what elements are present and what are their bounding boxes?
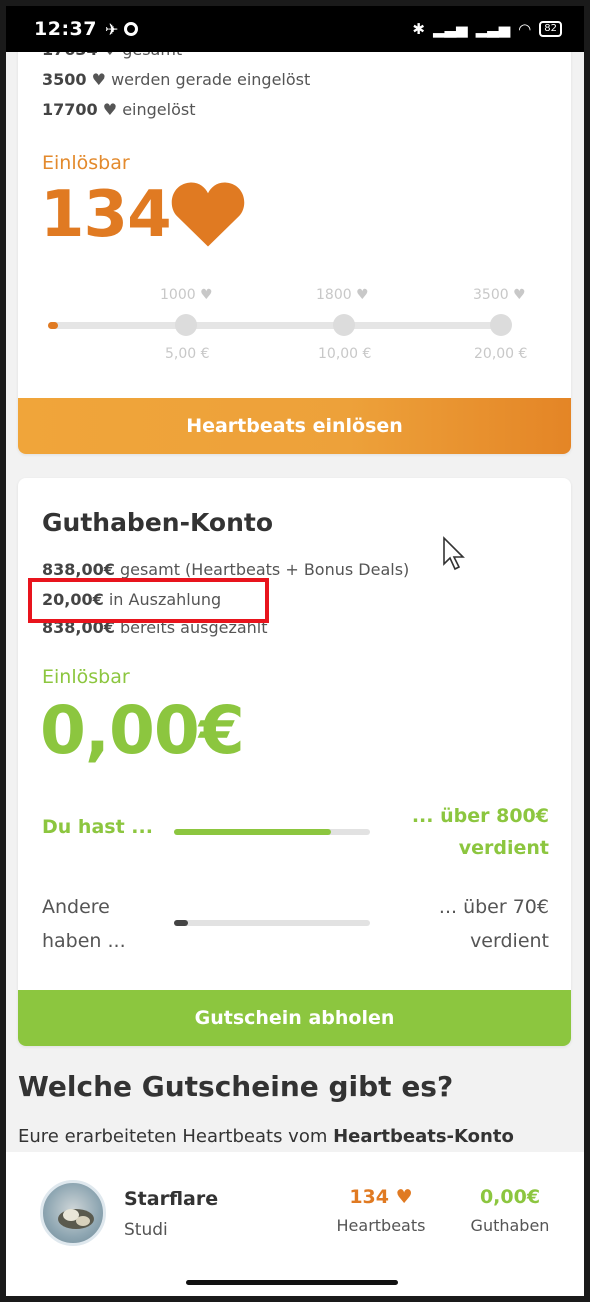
stat-guthaben-total: 838,00€ gesamt (Heartbeats + Bonus Deals… <box>42 560 410 579</box>
status-bar: 12:37 ✈ ✱ ▂▃▅ ▂▃▅ ◠ 82 <box>6 6 584 52</box>
you-result: ... über 800€ verdient <box>411 805 549 859</box>
get-voucher-button[interactable]: Gutschein abholen <box>18 990 571 1046</box>
phone-screen: 12:37 ✈ ✱ ▂▃▅ ▂▃▅ ◠ 82 17634 ♥ gesamt 35… <box>6 6 584 1296</box>
milestone-knob <box>175 314 197 336</box>
milestone-hearts: 1000 ♥ <box>160 287 213 303</box>
guthaben-card: Guthaben-Konto 838,00€ gesamt (Heartbeat… <box>18 478 571 1046</box>
heartbeats-progress-fill <box>48 322 58 329</box>
heart-icon <box>171 182 245 247</box>
highlight-box <box>28 578 269 623</box>
footer-heartbeats[interactable]: 134 ♥ Heartbeats <box>326 1186 436 1235</box>
redeemable-heartbeats: 134 <box>40 178 172 252</box>
sync-ring-icon <box>124 22 139 36</box>
others-label: Andere haben ... <box>42 896 126 952</box>
milestone-euro: 5,00 € <box>165 346 210 362</box>
notification-muted-icon: ✈ <box>104 19 119 39</box>
battery-icon: 82 <box>539 21 562 37</box>
signal-icon-2: ▂▃▅ <box>475 20 511 38</box>
you-progress-fill <box>174 829 331 835</box>
milestone-euro: 20,00 € <box>474 346 528 362</box>
others-progress-fill <box>174 920 188 926</box>
heart-icon: ♥ <box>102 100 118 119</box>
heartbeats-card: 17634 ♥ gesamt 3500 ♥ werden gerade eing… <box>18 6 571 454</box>
signal-icon: ▂▃▅ <box>432 20 468 38</box>
others-result: ... über 70€ verdient <box>438 896 549 952</box>
others-progress-track <box>174 920 370 926</box>
redeemable-guthaben: 0,00€ <box>40 692 245 769</box>
stat-redeeming: 3500 ♥ werden gerade eingelöst <box>42 70 311 89</box>
milestone-knob <box>333 314 355 336</box>
heart-icon: ♥ <box>356 287 369 303</box>
bluetooth-icon: ✱ <box>412 20 425 38</box>
username: Starflare <box>124 1188 219 1210</box>
avatar[interactable] <box>40 1180 106 1246</box>
status-time: 12:37 <box>34 18 97 40</box>
heart-icon: ♥ <box>513 287 526 303</box>
profile-footer: Starflare Studi 134 ♥ Heartbeats 0,00€ G… <box>6 1152 584 1296</box>
avatar-image <box>58 1209 94 1229</box>
milestone-hearts: 3500 ♥ <box>473 287 526 303</box>
redeemable-label: Einlösbar <box>42 666 130 688</box>
heart-icon: ♥ <box>91 70 106 89</box>
heartbeats-progress-track <box>48 322 510 329</box>
milestone-hearts: 1800 ♥ <box>316 287 369 303</box>
cursor-arrow-icon <box>443 536 465 571</box>
redeem-heartbeats-button[interactable]: Heartbeats einlösen <box>18 398 571 454</box>
home-indicator[interactable] <box>186 1280 398 1285</box>
footer-guthaben[interactable]: 0,00€ Guthaben <box>458 1186 562 1235</box>
user-role: Studi <box>124 1220 168 1240</box>
heart-icon: ♥ <box>395 1186 413 1208</box>
milestone-knob <box>490 314 512 336</box>
heart-icon: ♥ <box>200 287 213 303</box>
section-text: Eure erarbeiteten Heartbeats vom Heartbe… <box>18 1126 514 1147</box>
redeemable-label: Einlösbar <box>42 152 130 174</box>
milestone-euro: 10,00 € <box>318 346 372 362</box>
stat-redeemed: 17700 ♥ eingelöst <box>42 100 196 119</box>
wifi-icon: ◠ <box>518 20 532 38</box>
you-label: Du hast ... <box>42 816 153 838</box>
guthaben-title: Guthaben-Konto <box>42 508 273 537</box>
section-title: Welche Gutscheine gibt es? <box>18 1070 454 1103</box>
